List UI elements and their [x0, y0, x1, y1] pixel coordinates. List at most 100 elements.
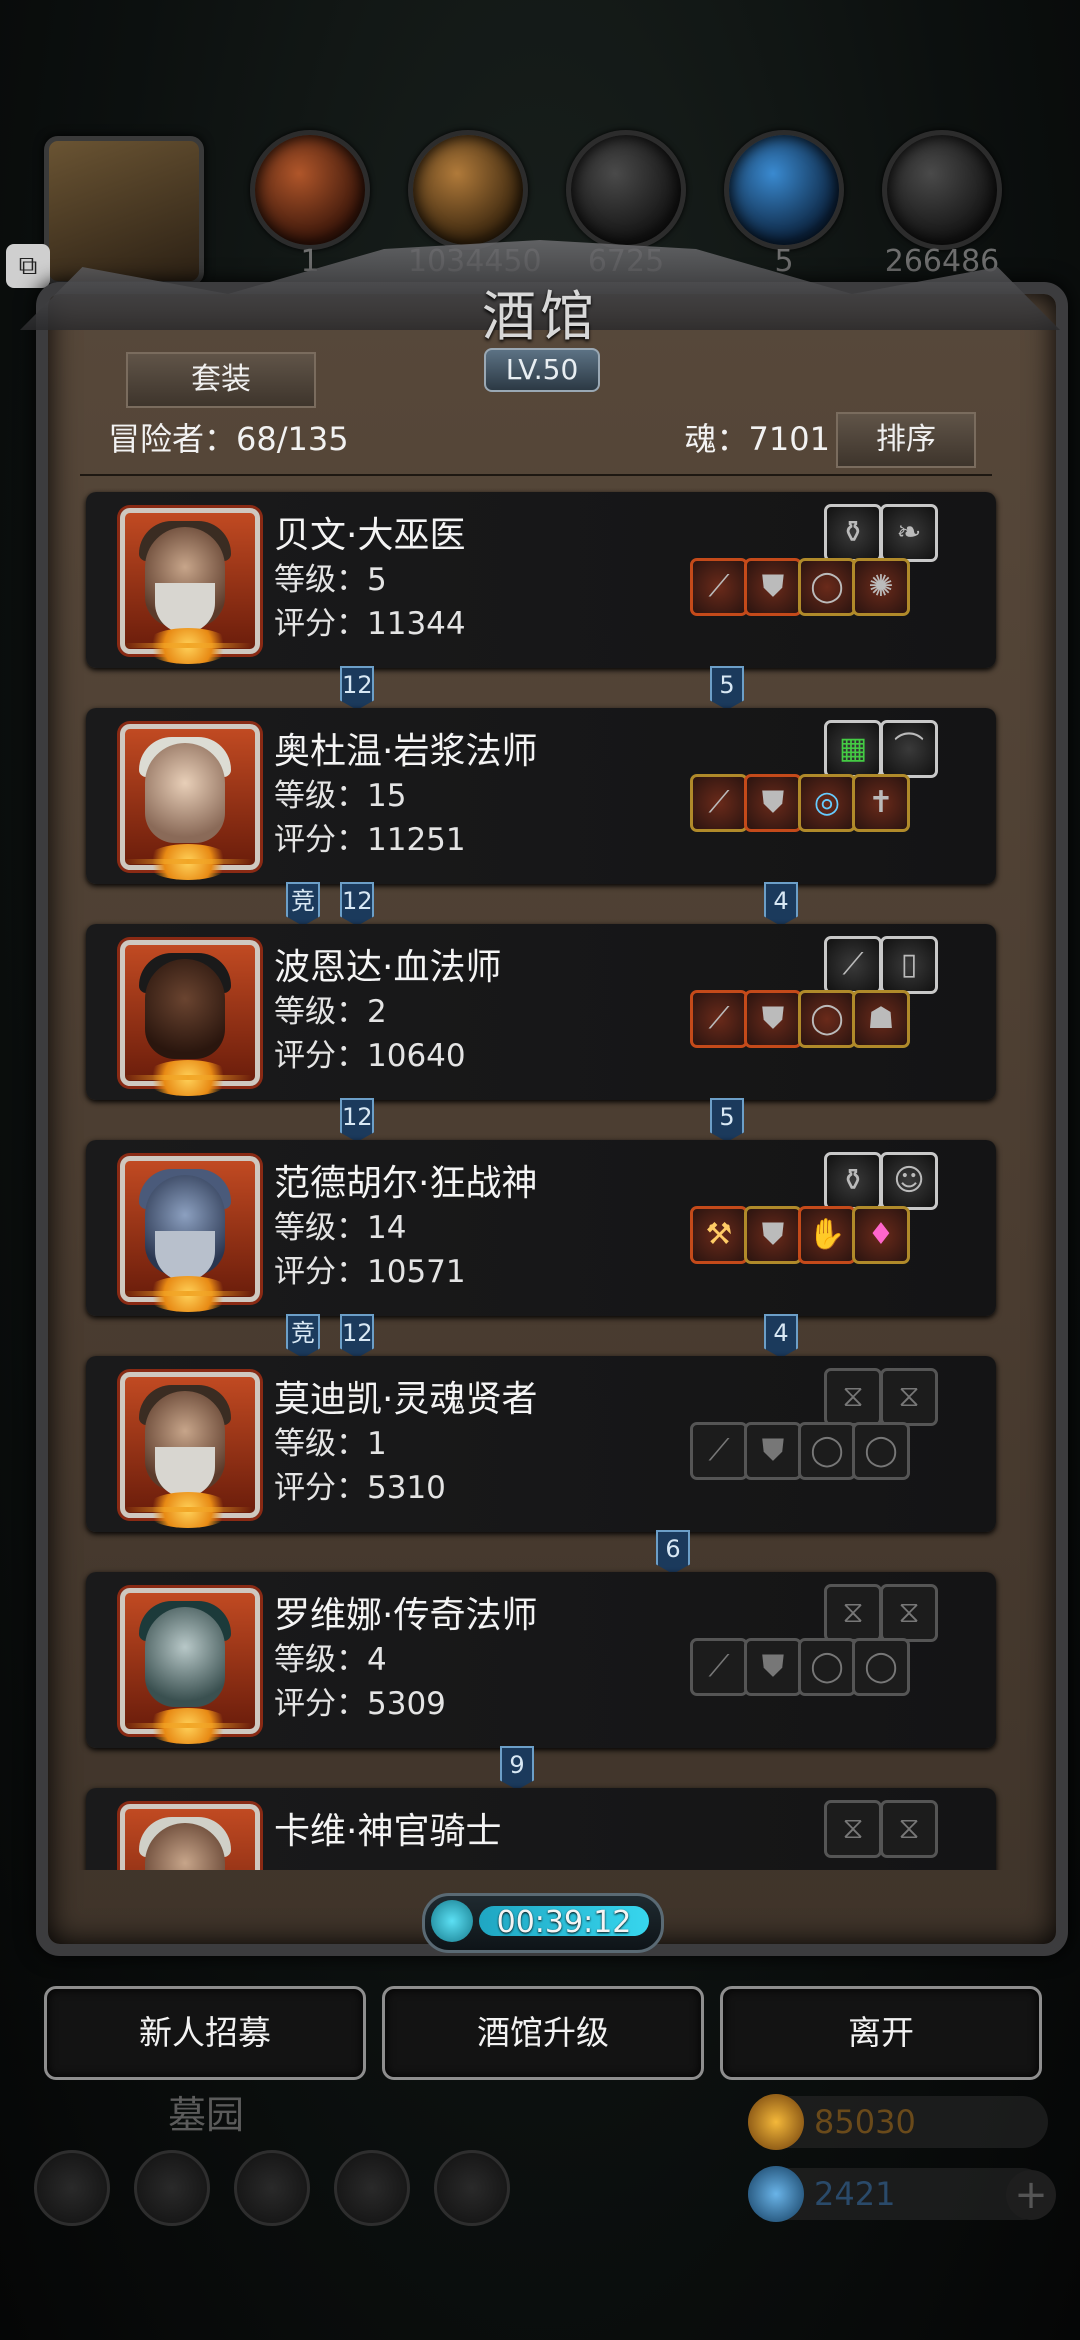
mask-icon[interactable]: ☺	[880, 1152, 938, 1210]
hero-name: 奥杜温·岩浆法师	[274, 731, 538, 772]
armor-icon[interactable]: ⛊	[744, 1206, 802, 1264]
empty-slot-icon[interactable]: ⧖	[824, 1584, 882, 1642]
hero-score: 评分：10640	[274, 1038, 466, 1074]
leave-button[interactable]: 离开	[720, 1986, 1042, 2080]
gem-counter: 2421	[748, 2166, 1048, 2222]
hero-card[interactable]: 莫迪凯·灵魂贤者 等级：1 评分：5310 ⧖ ⧖ ⟋ ⛊ ◯ ◯	[86, 1356, 996, 1532]
empty-ring-slot-icon[interactable]: ◯	[852, 1638, 910, 1696]
hero-name: 贝文·大巫医	[274, 515, 466, 556]
gem-icon	[748, 2166, 804, 2222]
hero-level: 等级：15	[274, 778, 407, 814]
empty-slot-icon[interactable]: ⧖	[880, 1800, 938, 1858]
upgrade-tavern-button[interactable]: 酒馆升级	[382, 1986, 704, 2080]
hero-score: 评分：5310	[274, 1470, 446, 1506]
resource-iron[interactable]: 266486	[882, 130, 1002, 279]
rank-emblem-icon	[124, 1060, 252, 1096]
potion-icon[interactable]: ⚱	[824, 1152, 882, 1210]
book-icon[interactable]: ▯	[880, 936, 938, 994]
hero-card[interactable]: 卡维·神官骑士 ⧖ ⧖	[86, 1788, 996, 1870]
empty-armor-slot-icon[interactable]: ⛊	[744, 1422, 802, 1480]
tag-badge: 12	[340, 1314, 374, 1358]
rank-emblem-icon	[124, 1276, 252, 1312]
equip-count-badge: 6	[656, 1530, 690, 1574]
iron-icon	[882, 130, 1002, 250]
add-gems-button[interactable]: +	[1006, 2170, 1056, 2220]
empty-ring-slot-icon[interactable]: ◯	[798, 1638, 856, 1696]
hero-card[interactable]: 范德胡尔·狂战神 等级：14 评分：10571 ⚱ ☺ ⚒ ⛊ ✋ ♦	[86, 1140, 996, 1316]
hero-name: 罗维娜·传奇法师	[274, 1595, 538, 1636]
staff-icon[interactable]: ⟋	[690, 774, 748, 832]
staff-icon[interactable]: ⟋	[690, 558, 748, 616]
ring-icon[interactable]: ◯	[798, 990, 856, 1048]
sort-button[interactable]: 排序	[836, 412, 976, 468]
empty-armor-slot-icon[interactable]: ⛊	[744, 1638, 802, 1696]
map-icon[interactable]	[434, 2150, 510, 2226]
empty-slot-icon[interactable]: ⧖	[824, 1368, 882, 1426]
arena-badge: 竞	[286, 882, 320, 926]
hero-score: 评分：5309	[274, 1686, 446, 1722]
gear-icon[interactable]	[34, 2150, 110, 2226]
empty-weapon-slot-icon[interactable]: ⟋	[690, 1638, 748, 1696]
armor-icon[interactable]: ⛊	[744, 990, 802, 1048]
empty-slot-icon[interactable]: ⧖	[824, 1800, 882, 1858]
staff-icon[interactable]: ⟋	[690, 990, 748, 1048]
cross-icon[interactable]: ✝	[852, 774, 910, 832]
hero-list[interactable]: 贝文·大巫医 等级：5 评分：11344 ⚱ ❧ ⟋ ⛊ ◯ ✺ 12 5 奥杜…	[70, 488, 1010, 1870]
potion-icon[interactable]: ⚱	[824, 504, 882, 562]
meat-icon	[250, 130, 370, 250]
empty-slot-icon[interactable]: ⧖	[880, 1368, 938, 1426]
resource-crystal[interactable]: 5	[724, 130, 844, 279]
refresh-timer: 00:39:12	[422, 1893, 664, 1953]
gold-counter: 85030	[748, 2094, 1048, 2150]
empty-ring-slot-icon[interactable]: ◯	[852, 1422, 910, 1480]
clock-icon	[431, 1900, 473, 1942]
timer-text: 00:39:12	[496, 1905, 632, 1940]
hero-level: 等级：4	[274, 1642, 387, 1678]
hero-score: 评分：10571	[274, 1254, 466, 1290]
hero-card[interactable]: 奥杜温·岩浆法师 等级：15 评分：11251 ▦ ⌒ ⟋ ⛊ ◎ ✝	[86, 708, 996, 884]
feather-icon[interactable]: ❧	[880, 504, 938, 562]
hero-card[interactable]: 罗维娜·传奇法师 等级：4 评分：5309 ⧖ ⧖ ⟋ ⛊ ◯ ◯	[86, 1572, 996, 1748]
rank-emblem-icon	[124, 1708, 252, 1744]
hero-name: 范德胡尔·狂战神	[274, 1163, 538, 1204]
scroll-icon[interactable]: ▦	[824, 720, 882, 778]
suit-button[interactable]: 套装	[126, 352, 316, 408]
gold-icon	[748, 2094, 804, 2150]
gem-value: 2421	[814, 2175, 896, 2213]
tag-badge: 12	[340, 882, 374, 926]
empty-weapon-slot-icon[interactable]: ⟋	[690, 1422, 748, 1480]
hero-icon[interactable]	[134, 2150, 210, 2226]
divider	[80, 474, 992, 476]
gauntlet-icon[interactable]: ✋	[798, 1206, 856, 1264]
resource-meat[interactable]: 1	[250, 130, 370, 279]
equip-count-badge: 4	[764, 882, 798, 926]
hero-portrait	[120, 1804, 260, 1870]
hero-level: 等级：14	[274, 1210, 407, 1246]
hero-score: 评分：11251	[274, 822, 466, 858]
hero-card[interactable]: 波恩达·血法师 等级：2 评分：10640 ⟋ ▯ ⟋ ⛊ ◯ ☗	[86, 924, 996, 1100]
axe-icon[interactable]: ⚒	[690, 1206, 748, 1264]
rank-emblem-icon	[124, 628, 252, 664]
mask-icon[interactable]: ☗	[852, 990, 910, 1048]
armor-icon[interactable]: ⛊	[744, 558, 802, 616]
empty-ring-slot-icon[interactable]: ◯	[798, 1422, 856, 1480]
empty-slot-icon[interactable]: ⧖	[880, 1584, 938, 1642]
arena-badge: 竞	[286, 1314, 320, 1358]
crystal-icon	[724, 130, 844, 250]
dagger-icon[interactable]: ⟋	[824, 936, 882, 994]
hero-level: 等级：1	[274, 1426, 387, 1462]
amulet-icon[interactable]: ✺	[852, 558, 910, 616]
building-icon[interactable]	[234, 2150, 310, 2226]
recruit-button[interactable]: 新人招募	[44, 1986, 366, 2080]
ring-icon[interactable]: ◯	[798, 558, 856, 616]
bow-icon[interactable]: ⌒	[880, 720, 938, 778]
mail-icon[interactable]	[334, 2150, 410, 2226]
background-location-label: 墓园	[168, 2093, 245, 2137]
hero-name: 莫迪凯·灵魂贤者	[274, 1379, 538, 1420]
hero-card[interactable]: 贝文·大巫医 等级：5 评分：11344 ⚱ ❧ ⟋ ⛊ ◯ ✺	[86, 492, 996, 668]
equip-count-badge: 5	[710, 1098, 744, 1142]
orb-icon[interactable]: ◎	[798, 774, 856, 832]
stone-icon	[566, 130, 686, 250]
pendant-icon[interactable]: ♦	[852, 1206, 910, 1264]
armor-icon[interactable]: ⛊	[744, 774, 802, 832]
